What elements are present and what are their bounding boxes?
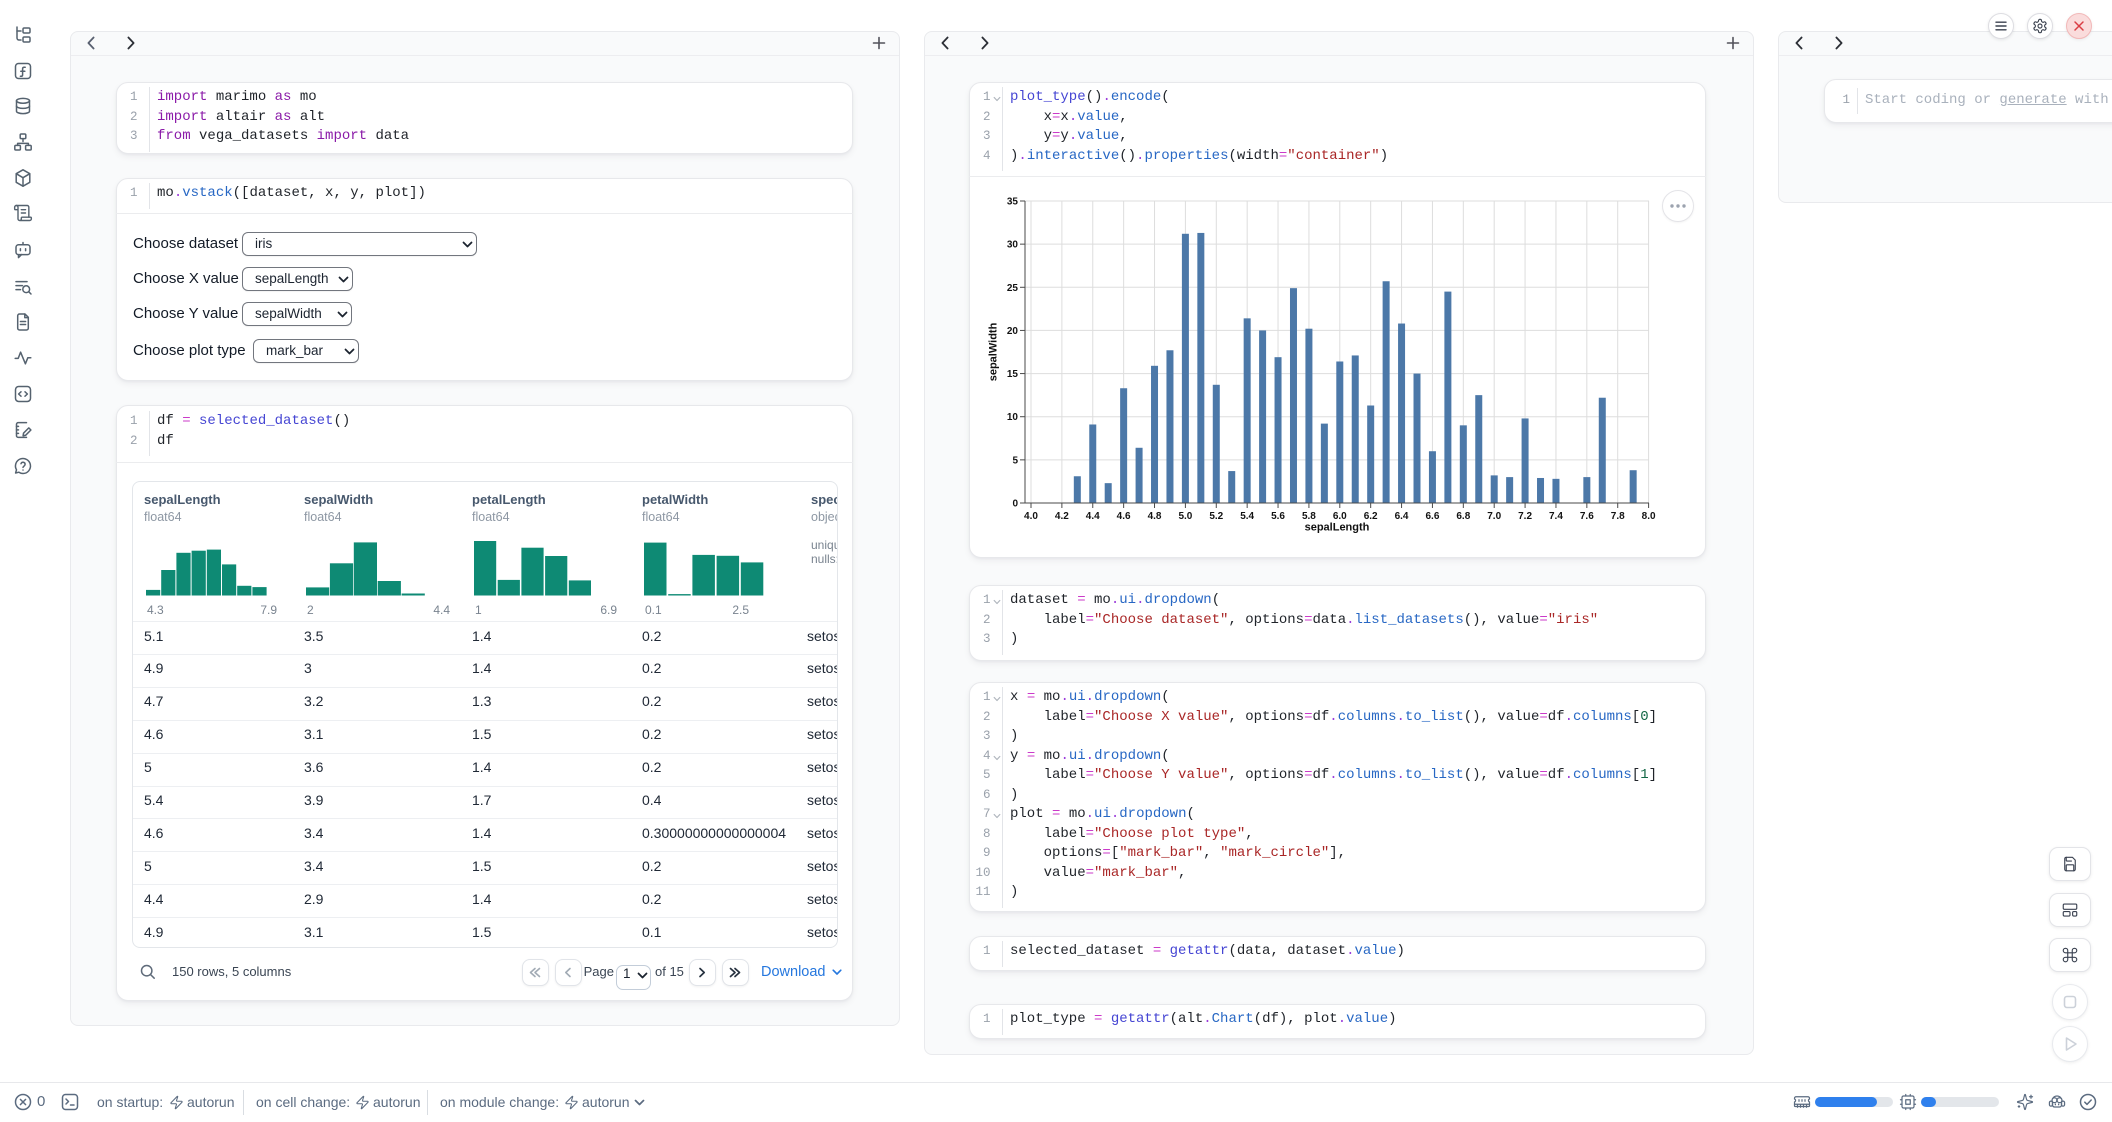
svg-text:5: 5 [1012,455,1018,466]
svg-text:8.0: 8.0 [1642,511,1656,522]
svg-text:7.2: 7.2 [1518,511,1532,522]
svg-text:sepalWidth: sepalWidth [988,322,1000,381]
svg-text:5.2: 5.2 [1209,511,1223,522]
svg-text:4.4: 4.4 [1086,511,1100,522]
svg-text:7.6: 7.6 [1580,511,1594,522]
svg-text:6.2: 6.2 [1364,511,1378,522]
svg-text:4.6: 4.6 [1117,511,1131,522]
svg-text:6.4: 6.4 [1395,511,1409,522]
svg-text:5.0: 5.0 [1178,511,1192,522]
svg-text:7.8: 7.8 [1611,511,1625,522]
svg-text:5.8: 5.8 [1302,511,1316,522]
svg-text:6.0: 6.0 [1333,511,1347,522]
svg-text:0: 0 [1012,499,1018,510]
svg-text:35: 35 [1007,197,1019,208]
svg-text:5.6: 5.6 [1271,511,1285,522]
svg-text:5.4: 5.4 [1240,511,1254,522]
svg-text:10: 10 [1007,412,1019,423]
svg-text:4.2: 4.2 [1055,511,1069,522]
svg-text:25: 25 [1007,283,1019,294]
svg-text:4.0: 4.0 [1024,511,1038,522]
svg-text:20: 20 [1007,326,1019,337]
svg-text:4.8: 4.8 [1148,511,1162,522]
svg-text:sepalLength: sepalLength [1305,522,1370,534]
svg-text:7.0: 7.0 [1487,511,1501,522]
svg-text:6.6: 6.6 [1425,511,1439,522]
svg-text:15: 15 [1007,369,1019,380]
svg-text:30: 30 [1007,240,1019,251]
svg-text:7.4: 7.4 [1549,511,1563,522]
svg-text:6.8: 6.8 [1456,511,1470,522]
